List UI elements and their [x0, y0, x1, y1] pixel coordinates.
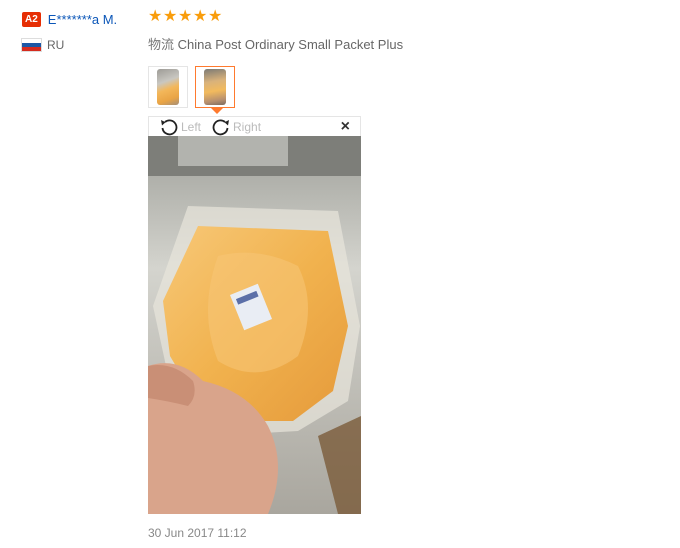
review-photo: [148, 136, 361, 514]
star-icon: ★: [193, 8, 208, 25]
thumbnail-image: [204, 69, 226, 105]
photo-thumbnail-2[interactable]: [195, 66, 235, 114]
country-row: RU: [22, 38, 142, 52]
star-rating: ★ ★ ★ ★ ★: [148, 8, 668, 26]
reviewer-name[interactable]: E*******a M.: [48, 12, 117, 27]
active-thumbnail-caret: [211, 108, 223, 114]
rotate-right-label: Right: [233, 119, 262, 134]
logistics-label: 物流: [148, 37, 175, 52]
product-photo-illustration: [148, 136, 361, 514]
logistics-info: 物流 China Post Ordinary Small Packet Plus: [148, 34, 668, 53]
photo-thumbnails: [148, 66, 242, 114]
level-badge: A2: [22, 11, 41, 27]
review-content: ★ ★ ★ ★ ★ 物流 China Post Ordinary Small P…: [148, 8, 668, 53]
country-code: RU: [47, 38, 65, 52]
logistics-value: China Post Ordinary Small Packet Plus: [177, 37, 404, 52]
review-date: 30 Jun 2017 11:12: [148, 526, 247, 540]
close-icon[interactable]: ×: [341, 118, 350, 136]
rotate-left-button[interactable]: Left: [159, 118, 201, 136]
photo-viewer: Left Right ×: [148, 116, 361, 516]
thumbnail-image: [157, 69, 179, 105]
viewer-toolbar: Left Right ×: [148, 116, 361, 136]
star-icon: ★: [208, 8, 223, 25]
star-icon: ★: [163, 8, 178, 25]
reviewer-info: A2 E*******a M. RU: [22, 10, 142, 52]
rotate-right-button[interactable]: Right: [211, 118, 261, 136]
rotate-left-icon: [161, 119, 178, 135]
rotate-left-label: Left: [181, 119, 202, 134]
russia-flag-icon: [22, 39, 41, 51]
photo-thumbnail-1[interactable]: [148, 66, 188, 108]
star-icon: ★: [178, 8, 193, 25]
star-icon: ★: [148, 8, 163, 25]
reviewer-row: A2 E*******a M.: [22, 10, 142, 28]
rotate-right-icon: [212, 119, 230, 135]
